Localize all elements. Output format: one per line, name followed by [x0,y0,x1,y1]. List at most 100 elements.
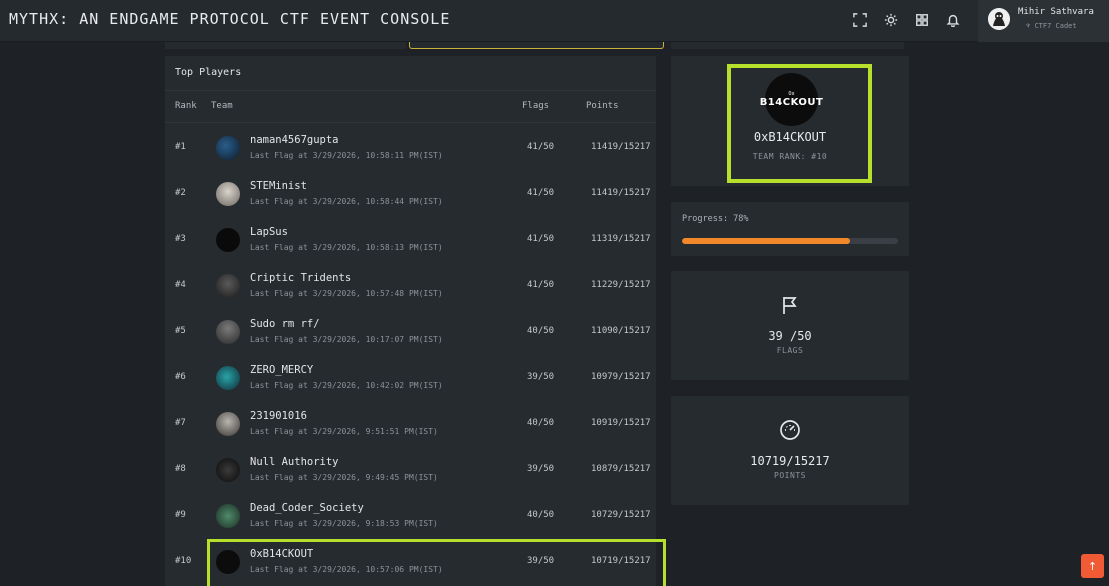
row-points: 11229/15217 [591,280,651,290]
divider [165,122,656,123]
user-name: Mihir Sathvara [1018,7,1094,17]
row-rank: #6 [175,372,186,382]
leaderboard-row[interactable]: #2 STEMinist Last Flag at 3/29/2026, 10:58… [165,170,656,216]
progress-card: Progress: 78% [671,202,909,256]
leaderboard-row[interactable]: #1 naman4567gupta Last Flag at 3/29/2026, … [165,124,656,170]
arrow-up-icon: ↑ [1087,559,1098,573]
column-header-rank: Rank [175,101,197,111]
row-flags: 41/50 [527,142,555,152]
user-avatar [988,8,1010,30]
row-team-name[interactable]: STEMinist [250,180,307,192]
row-last-flag: Last Flag at 3/29/2026, 9:49:45 PM(IST) [250,473,438,482]
row-points: 11419/15217 [591,142,651,152]
row-rank: #2 [175,188,186,198]
team-avatar [216,366,240,390]
team-avatar [216,550,240,574]
row-flags: 41/50 [527,188,555,198]
apps-grid-icon[interactable] [913,11,931,29]
row-flags: 40/50 [527,418,555,428]
row-flags: 39/50 [527,372,555,382]
divider [165,90,656,91]
leaderboard-panel: Top Players Rank Team Flags Points #1 nam… [165,56,666,586]
team-profile-card: 0x B14CKOUT 0xB14CKOUT TEAM RANK: #10 [671,56,909,186]
progress-bar [682,238,898,244]
team-name: 0xB14CKOUT [753,130,827,144]
row-rank: #8 [175,464,186,474]
row-last-flag: Last Flag at 3/29/2026, 10:58:44 PM(IST) [250,197,443,206]
row-last-flag: Last Flag at 3/29/2026, 10:58:11 PM(IST) [250,151,443,160]
row-points: 10719/15217 [591,556,651,566]
flags-label: FLAGS [776,346,804,355]
row-team-name[interactable]: naman4567gupta [250,134,339,146]
leaderboard-row[interactable]: #5 Sudo rm rf/Last Flag at 3/29/2026, 10:… [165,308,656,354]
user-menu[interactable]: Mihir Sathvara ♆ CTF7 Cadet [978,0,1109,42]
flag-icon [779,294,801,316]
row-team-name[interactable]: 0xB14CKOUT [250,548,313,560]
team-avatar [216,504,240,528]
row-points: 11090/15217 [591,326,651,336]
row-flags: 41/50 [527,234,555,244]
row-points: 10919/15217 [591,418,651,428]
row-points: 10729/15217 [591,510,651,520]
row-flags: 40/50 [527,510,555,520]
user-role-label: CTF7 Cadet [1034,22,1077,30]
leaderboard-row[interactable]: #10 0xB14CKOUT Last Flag at 3/29/2026, 10:… [165,538,666,586]
column-header-points: Points [586,101,619,111]
row-points: 11319/15217 [591,234,651,244]
team-avatar [216,458,240,482]
column-header-flags: Flags [522,101,550,111]
row-rank: #5 [175,326,186,336]
row-team-name[interactable]: LapSus [250,226,288,238]
row-rank: #3 [175,234,186,244]
row-flags: 39/50 [527,464,555,474]
row-team-name[interactable]: Dead_Coder_Society [250,502,364,514]
leaderboard-row[interactable]: #9 Dead_Coder_Society Last Flag at 3/29/20… [165,492,656,538]
row-last-flag: Last Flag at 3/29/2026, 9:18:53 PM(IST) [250,519,438,528]
team-avatar [216,274,240,298]
team-avatar [216,412,240,436]
speedometer-icon [779,419,801,441]
row-rank: #4 [175,280,186,290]
flags-card: 39 /50 FLAGS [671,271,909,380]
points-label: POINTS [774,471,806,480]
row-flags: 39/50 [527,556,555,566]
team-avatar [216,136,240,160]
team-avatar [216,182,240,206]
row-team-name[interactable]: ZERO_MERCY [250,364,313,376]
theme-toggle-icon[interactable] [882,11,900,29]
row-team-name[interactable]: Null Authority [250,456,339,468]
column-header-team: Team [211,101,233,111]
leaderboard-title: Top Players [175,67,242,78]
row-rank: #1 [175,142,186,152]
team-logo: 0x B14CKOUT [760,73,823,126]
leaderboard-row[interactable]: #7 231901016 Last Flag at 3/29/2026, 9:51:… [165,400,656,446]
row-last-flag: Last Flag at 3/29/2026, 10:42:02 PM(IST) [250,381,443,390]
leaderboard-row[interactable]: #8 Null Authority Last Flag at 3/29/2026, … [165,446,656,492]
leaderboard-row[interactable]: #4 Criptic Tridents Last Flag at 3/29/2026… [165,262,656,308]
row-flags: 40/50 [527,326,555,336]
progress-bar-fill [682,238,851,244]
leaderboard-row[interactable]: #6 ZERO_MERCY Last Flag at 3/29/2026, 10:4… [165,354,656,400]
progress-label: Progress: 78% [682,214,749,224]
notification-bell-icon[interactable] [944,11,962,29]
points-value: 10719/15217 [750,454,830,468]
row-team-name[interactable]: Criptic Tridents [250,272,351,284]
row-points: 10979/15217 [591,372,651,382]
row-team-name[interactable]: 231901016 [250,410,307,422]
leaderboard-row[interactable]: #3 LapSus Last Flag at 3/29/2026, 10:58:13… [165,216,656,262]
row-rank: #9 [175,510,186,520]
trophy-icon: ♆ [1026,22,1031,30]
points-card: 10719/15217 POINTS [671,396,909,505]
team-logo-text: B14CKOUT [759,97,824,108]
row-last-flag: Last Flag at 3/29/2026, 10:57:48 PM(IST) [250,289,443,298]
partial-card-left [165,42,406,49]
row-points: 10879/15217 [591,464,651,474]
partial-card-center [409,42,664,49]
partial-card-right [671,42,904,49]
row-team-name[interactable]: Sudo rm rf/ [250,318,320,330]
row-last-flag: Last Flag at 3/29/2026, 10:57:06 PM(IST) [250,565,443,574]
team-avatar [216,320,240,344]
scroll-to-top-button[interactable]: ↑ [1081,554,1104,578]
fullscreen-icon[interactable] [851,11,869,29]
row-last-flag: Last Flag at 3/29/2026, 9:51:51 PM(IST) [250,427,438,436]
